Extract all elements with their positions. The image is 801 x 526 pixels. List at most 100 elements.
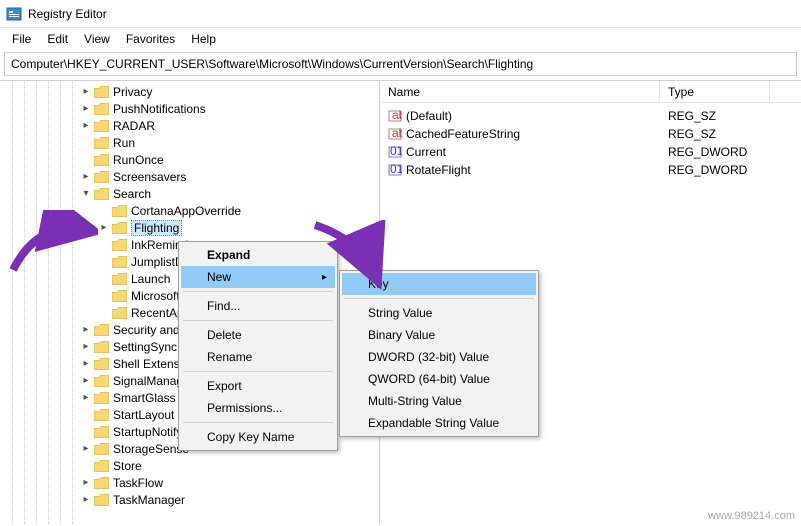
tree-item-label: StartLayout [113,408,174,422]
menu-item[interactable]: Expandable String Value [342,412,536,434]
value-type: REG_SZ [660,109,770,123]
tree-item[interactable]: ▸ RADAR [0,117,379,134]
tree-toggle-icon[interactable]: ▸ [80,443,92,454]
tree-item-label: SettingSync [113,340,177,354]
menu-item-label: QWORD (64-bit) Value [368,372,490,386]
menu-item[interactable]: Binary Value [342,324,536,346]
menu-item[interactable]: Copy Key Name [181,426,335,448]
menu-item-label: Export [207,379,242,393]
value-type: REG_SZ [660,127,770,141]
tree-toggle-icon[interactable]: ▸ [80,86,92,97]
column-type[interactable]: Type [660,81,770,102]
menu-bar: File Edit View Favorites Help [0,28,801,50]
list-header: Name Type [380,81,801,103]
svg-text:011: 011 [390,145,402,158]
tree-item[interactable]: RunOnce [0,151,379,168]
svg-text:ab: ab [392,127,402,140]
svg-text:ab: ab [392,109,402,122]
menu-item[interactable]: Key [342,273,536,295]
menu-separator [183,291,333,292]
tree-item[interactable]: ▾Search [0,185,379,202]
tree-item[interactable]: ▸ Privacy [0,83,379,100]
menu-item[interactable]: Export [181,375,335,397]
tree-item-label: StartupNotify [113,425,182,439]
tree-toggle-icon[interactable]: ▸ [80,494,92,505]
list-row[interactable]: 011 RotateFlight REG_DWORD [380,161,801,179]
value-name: (Default) [406,109,452,123]
menu-item-label: Expand [207,248,250,262]
submenu-arrow-icon: ▸ [322,272,327,283]
menu-item-label: Binary Value [368,328,435,342]
tree-item-label: RunOnce [113,153,164,167]
value-type: REG_DWORD [660,163,770,177]
tree-item-label: Store [113,459,142,473]
menu-item-label: Rename [207,350,252,364]
tree-item[interactable]: Store [0,457,379,474]
tree-toggle-icon[interactable]: ▸ [80,375,92,386]
menu-item[interactable]: Delete [181,324,335,346]
menu-item[interactable]: DWORD (32-bit) Value [342,346,536,368]
menu-item[interactable]: Multi-String Value [342,390,536,412]
tree-toggle-icon[interactable]: ▸ [80,171,92,182]
tree-item[interactable]: CortanaAppOverride [0,202,379,219]
tree-item[interactable]: ▸ PushNotifications [0,100,379,117]
list-row[interactable]: 011 Current REG_DWORD [380,143,801,161]
tree-item[interactable]: ▸Screensavers [0,168,379,185]
menu-separator [183,422,333,423]
menu-view[interactable]: View [76,30,118,48]
tree-toggle-icon[interactable]: ▸ [80,103,92,114]
tree-item-label: PushNotifications [113,102,206,116]
menu-favorites[interactable]: Favorites [118,30,183,48]
menu-separator [183,320,333,321]
menu-item-label: Copy Key Name [207,430,294,444]
menu-item[interactable]: Permissions... [181,397,335,419]
tree-item-label: Flighting [131,220,182,236]
tree-toggle-icon[interactable]: ▸ [98,222,110,233]
tree-item-label: CortanaAppOverride [131,204,241,218]
tree-item-label: RADAR [113,119,155,133]
context-menu[interactable]: Expand New ▸ Find... Delete Rename Export Permi… [178,241,338,451]
tree-item[interactable]: Run [0,134,379,151]
column-name[interactable]: Name [380,81,660,102]
value-name: Current [406,145,446,159]
list-row[interactable]: abCachedFeatureStringREG_SZ [380,125,801,143]
tree-toggle-icon[interactable]: ▸ [80,120,92,131]
value-type: REG_DWORD [660,145,770,159]
menu-item[interactable]: String Value [342,302,536,324]
tree-item[interactable]: ▸TaskManager [0,491,379,508]
menu-item-label: Delete [207,328,242,342]
tree-item-label: Launch [131,272,170,286]
tree-item[interactable]: ▸ TaskFlow [0,474,379,491]
watermark: www.989214.com [708,510,795,522]
menu-item[interactable]: QWORD (64-bit) Value [342,368,536,390]
tree-item[interactable]: ▸ Flighting [0,219,379,236]
tree-toggle-icon[interactable]: ▸ [80,341,92,352]
menu-item-label: New [207,270,231,284]
menu-item[interactable]: Expand [181,244,335,266]
menu-item-label: DWORD (32-bit) Value [368,350,489,364]
tree-item-label: Run [113,136,135,150]
menu-edit[interactable]: Edit [39,30,76,48]
menu-file[interactable]: File [4,30,39,48]
menu-item-label: Find... [207,299,240,313]
menu-item-label: Multi-String Value [368,394,462,408]
tree-item-label: TaskFlow [113,476,163,490]
tree-toggle-icon[interactable]: ▸ [80,324,92,335]
value-name: RotateFlight [406,163,471,177]
menu-help[interactable]: Help [183,30,224,48]
regedit-icon [6,6,22,22]
tree-toggle-icon[interactable]: ▸ [80,477,92,488]
list-row[interactable]: ab (Default) REG_SZ [380,107,801,125]
menu-item-label: Permissions... [207,401,282,415]
menu-item[interactable]: Find... [181,295,335,317]
tree-item-label: Privacy [113,85,152,99]
tree-toggle-icon[interactable]: ▾ [80,188,92,199]
title-bar: Registry Editor [0,0,801,28]
tree-toggle-icon[interactable]: ▸ [80,392,92,403]
menu-item[interactable]: Rename [181,346,335,368]
svg-text:011: 011 [390,163,402,176]
address-bar[interactable]: Computer\HKEY_CURRENT_USER\Software\Micr… [4,52,797,76]
menu-item[interactable]: New ▸ [181,266,335,288]
context-submenu-new[interactable]: Key String Value Binary Value DWORD (32-bit… [339,270,539,437]
tree-toggle-icon[interactable]: ▸ [80,358,92,369]
